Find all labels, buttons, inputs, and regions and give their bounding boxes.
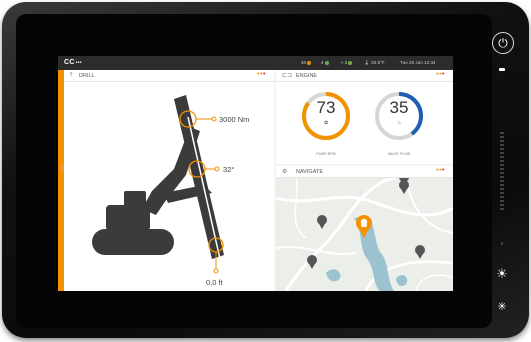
app-logo[interactable]: CC••• bbox=[64, 59, 82, 66]
valve-flow-value: 35 bbox=[389, 98, 409, 117]
ambient-sensor bbox=[501, 242, 503, 245]
drill-icon: ⫯ bbox=[70, 72, 73, 78]
thermometer-icon: 🌡︎ bbox=[364, 60, 370, 65]
status-item-2-value: 4 bbox=[321, 60, 324, 65]
compass-icon: ⚙ bbox=[282, 169, 288, 175]
status-green-dot bbox=[324, 60, 329, 65]
drill-panel: ⫯ DRILL ••• 3000 Nm 32° 0,0 ft bbox=[64, 70, 274, 291]
valve-flow-icon: ♨ bbox=[397, 120, 402, 126]
display-screen: CC••• 40 4 ▾ 3 🌡︎ 33.8°F Tue 20 Jun 12:3… bbox=[58, 56, 453, 291]
led-indicator bbox=[499, 68, 505, 71]
valve-flow-label: VALVE FLOW bbox=[387, 152, 411, 156]
engine-icon: ⊏⊐ bbox=[282, 73, 293, 79]
pump-rpm-icon: ✿ bbox=[324, 120, 329, 126]
status-item-1: 40 bbox=[301, 60, 312, 65]
sun-icon: ☀ bbox=[496, 266, 508, 281]
wifi-icon: ▾ bbox=[341, 60, 344, 65]
power-icon: ⏻ bbox=[498, 36, 508, 50]
engine-panel-title: ENGINE bbox=[296, 73, 318, 79]
sun-small-icon: ✳ bbox=[497, 301, 507, 313]
datetime: Tue 20 Jun 12:34 bbox=[400, 60, 436, 65]
engine-panel: ⊏⊐ ENGINE ••• 73 35 ✿ ♨ PUMP RPM VALVE F… bbox=[276, 70, 453, 164]
pump-rpm-label: PUMP RPM bbox=[316, 152, 336, 156]
depth-value: 0,0 ft bbox=[206, 278, 223, 287]
navigate-panel-title: NAVIGATE bbox=[296, 169, 323, 175]
navigation-map[interactable] bbox=[276, 178, 453, 291]
logo-text: CC bbox=[64, 59, 75, 66]
rig-track bbox=[92, 229, 174, 255]
navigate-panel-menu[interactable]: ••• bbox=[436, 167, 445, 174]
logo-dots: ••• bbox=[75, 60, 82, 66]
navigate-panel-header: ⚙ NAVIGATE ••• bbox=[276, 166, 453, 178]
angle-value: 32° bbox=[223, 165, 235, 174]
speaker-grille bbox=[500, 132, 504, 212]
brightness-down-button[interactable]: ✳ bbox=[492, 297, 512, 317]
wifi-status: ▾ 3 bbox=[341, 60, 353, 66]
torque-value: 3000 Nm bbox=[219, 115, 250, 124]
angle-end bbox=[214, 166, 220, 172]
depth-end bbox=[213, 268, 219, 274]
engine-panel-menu[interactable]: ••• bbox=[436, 71, 445, 78]
status-item-1-value: 40 bbox=[301, 60, 307, 65]
wifi-value: 3 bbox=[344, 60, 348, 65]
rig-cab bbox=[124, 191, 146, 209]
drill-rig-illustration bbox=[92, 95, 224, 274]
brightness-up-button[interactable]: ☀ bbox=[492, 264, 512, 284]
status-green-dot-2 bbox=[348, 60, 353, 65]
torque-end bbox=[211, 116, 217, 122]
pump-rpm-value: 73 bbox=[316, 98, 336, 117]
status-item-2: 4 bbox=[321, 60, 329, 65]
drill-panel-title: DRILL bbox=[79, 73, 95, 79]
status-orange-dot bbox=[307, 60, 312, 65]
temperature-status: 🌡︎ 33.8°F bbox=[364, 60, 385, 66]
navigate-panel: ⚙ NAVIGATE ••• bbox=[276, 166, 453, 291]
status-bar: CC••• 40 4 ▾ 3 🌡︎ 33.8°F Tue 20 Jun 12:3… bbox=[58, 56, 453, 70]
drill-panel-menu[interactable]: ••• bbox=[257, 71, 266, 78]
temperature-value: 33.8°F bbox=[371, 60, 385, 65]
power-button[interactable]: ⏻ bbox=[492, 32, 514, 54]
